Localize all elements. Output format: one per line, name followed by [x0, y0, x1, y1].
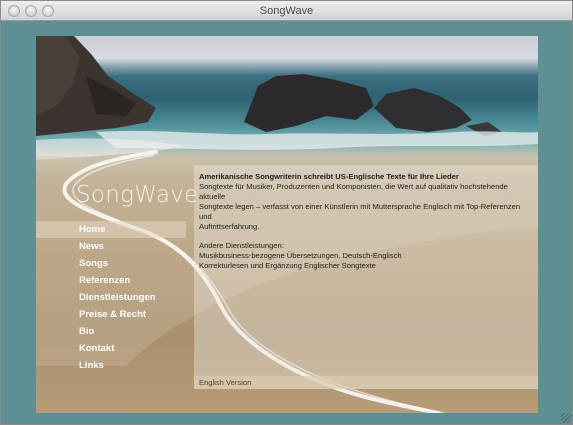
content-heading: Amerikanische Songwriterin schreibt US-E… [199, 172, 459, 181]
title-bar: SongWave [1, 1, 572, 21]
nav-dienstleistungen[interactable]: Dienstleistungen [36, 289, 186, 306]
nav-news[interactable]: News [36, 238, 186, 255]
services-title: Andere Dienstleistungen: [199, 241, 284, 250]
intro-text-line: Songtexte legen – verfasst von einer Kün… [199, 202, 521, 221]
beach-scene: SongWave Home News Songs Referenzen Dien… [36, 36, 538, 413]
close-window-button[interactable] [8, 5, 20, 17]
intro-text-line: Songtexte für Musiker, Produzenten und K… [199, 182, 508, 201]
nav-referenzen[interactable]: Referenzen [36, 272, 186, 289]
nav-songs[interactable]: Songs [36, 255, 186, 272]
main-navigation: Home News Songs Referenzen Dienstleistun… [36, 221, 186, 374]
browser-window: SongWave SongWave Home News Songs Refere… [0, 0, 573, 425]
zoom-window-button[interactable] [42, 5, 54, 17]
service-item: Korrekturlesen und Ergänzung Englischer … [199, 261, 376, 270]
window-title: SongWave [259, 5, 314, 17]
page-content: SongWave Home News Songs Referenzen Dien… [1, 22, 572, 424]
resize-grip-icon[interactable] [561, 413, 571, 423]
nav-home[interactable]: Home [36, 221, 186, 238]
nav-kontakt[interactable]: Kontakt [36, 340, 186, 357]
minimize-window-button[interactable] [25, 5, 37, 17]
english-version-link[interactable]: English Version [194, 376, 538, 389]
content-panel: Amerikanische Songwriterin schreibt US-E… [194, 165, 538, 389]
service-item: Musikbusiness-bezogene Übersetzungen, De… [199, 251, 402, 260]
site-logo[interactable]: SongWave [76, 182, 199, 208]
nav-preise-recht[interactable]: Preise & Recht [36, 306, 186, 323]
nav-links[interactable]: Links [36, 357, 186, 374]
nav-bio[interactable]: Bio [36, 323, 186, 340]
intro-text-line: Auftrittserfahrung. [199, 222, 260, 231]
